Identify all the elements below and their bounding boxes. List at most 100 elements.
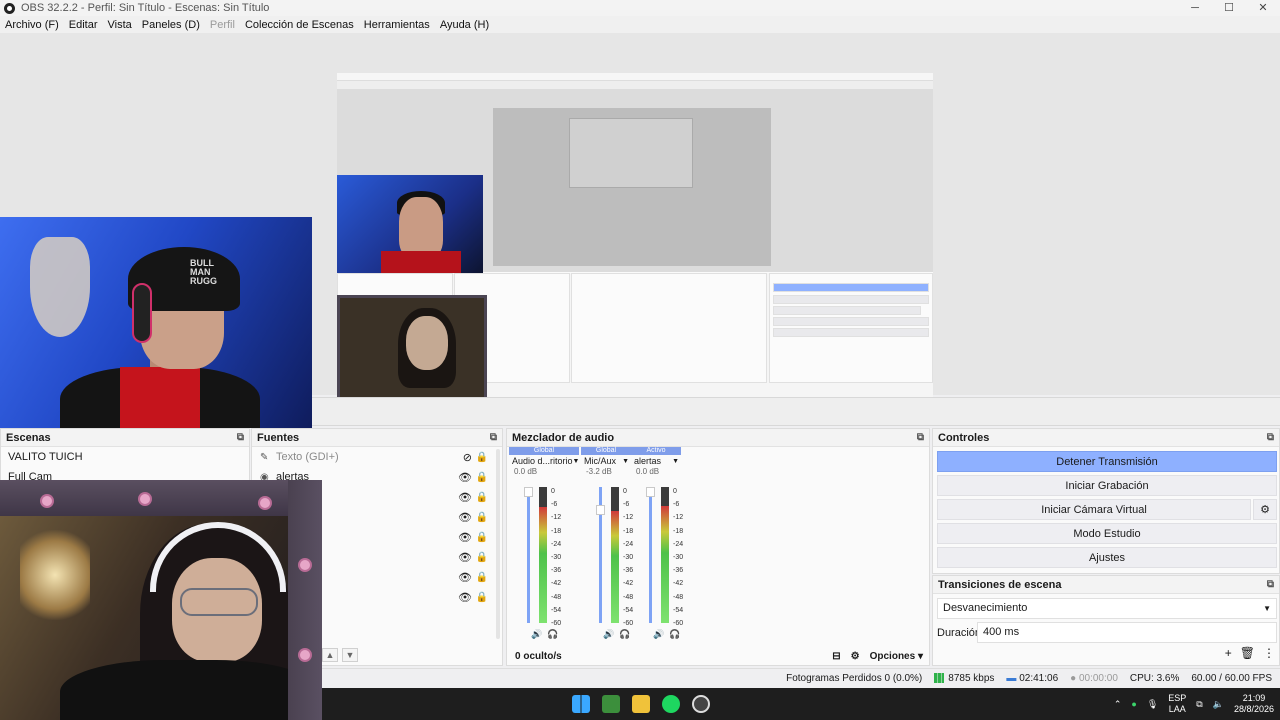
mute-icon[interactable]: 🔊 (603, 629, 614, 640)
eye-icon[interactable]: 👁 (458, 551, 472, 564)
unlock-icon[interactable]: 🔒 (476, 492, 488, 503)
duration-input[interactable]: 400 ms (977, 622, 1277, 643)
nested-canvas (493, 108, 771, 266)
trash-icon[interactable]: 🗑 (1240, 646, 1255, 660)
db-tick-label: -18 (551, 527, 562, 535)
monitor-icon[interactable]: 🎧 (547, 629, 558, 640)
minimize-button[interactable]: ─ (1178, 0, 1212, 16)
volume-meter (539, 487, 547, 623)
channel-name[interactable]: Mic/Aux ▼ (581, 455, 631, 467)
language-indicator[interactable]: ESP LAA (1168, 693, 1186, 715)
unlock-icon[interactable]: 🔒 (476, 472, 488, 483)
monitor-icon[interactable]: 🎧 (619, 629, 630, 640)
channel-db: 0.0 dB (636, 467, 660, 476)
clock-time: 21:09 (1242, 693, 1266, 703)
settings-button[interactable]: Ajustes (937, 547, 1277, 568)
dropped-frames: Fotogramas Perdidos 0 (0.0%) (786, 673, 923, 684)
eye-icon[interactable]: 👁 (458, 571, 472, 584)
mute-icon[interactable]: 🔊 (653, 629, 664, 640)
status-dot-icon[interactable]: ● (1131, 699, 1136, 709)
maximize-button[interactable]: ☐ (1212, 0, 1246, 16)
preview-canvas[interactable] (337, 73, 933, 408)
lock-icon[interactable]: 🔒 (476, 532, 488, 543)
layout-icon[interactable]: ⊟ (832, 651, 840, 662)
volume-fader[interactable] (649, 487, 652, 623)
transition-select[interactable]: Desvanecimiento ▼ (937, 598, 1277, 619)
undock-icon[interactable]: ⧉ (1267, 432, 1274, 443)
stream-time: ▬ 02:41:06 (1006, 673, 1058, 684)
virtual-cam-settings-button[interactable]: ⚙ (1253, 499, 1277, 520)
eye-icon[interactable]: 👁 (458, 591, 472, 604)
scenes-header: Escenas ⧉ (1, 429, 249, 447)
unlock-icon[interactable]: 🔒 (476, 572, 488, 583)
sources-header: Fuentes ⧉ (252, 429, 502, 447)
volume-meter (611, 487, 619, 623)
eye-icon[interactable]: 👁 (458, 491, 472, 504)
move-up-button[interactable]: ▲ (322, 648, 338, 662)
clock[interactable]: 21:09 28/8/2026 (1234, 693, 1274, 715)
minecraft-icon[interactable] (602, 695, 620, 713)
menu-herramientas[interactable]: Herramientas (364, 19, 430, 31)
undock-icon[interactable]: ⧉ (1267, 579, 1274, 590)
advanced-audio-icon[interactable]: ⚙ (851, 651, 860, 662)
audio-mixer-dock: Mezclador de audio ⧉ Global Audio d...rit… (506, 428, 930, 666)
windows-start-icon[interactable] (572, 695, 590, 713)
dock-splitter[interactable] (312, 397, 1280, 426)
transition-selected: Desvanecimiento (943, 602, 1028, 614)
mute-icon[interactable]: 🔊 (531, 629, 542, 640)
menu-vista[interactable]: Vista (108, 19, 132, 31)
channel-name[interactable]: alertas ▼ (631, 455, 681, 467)
obs-taskbar-icon[interactable] (692, 695, 710, 713)
start-virtual-cam-button[interactable]: Iniciar Cámara Virtual (937, 499, 1251, 520)
taskbar-apps (572, 695, 710, 713)
start-recording-button[interactable]: Iniciar Grabación (937, 475, 1277, 496)
eye-off-icon[interactable]: ⊘ (463, 451, 472, 464)
network-icon[interactable]: ⧉ (1196, 699, 1202, 710)
source-row[interactable]: ✎ Texto (GDI+) ⊘ 🔒 (252, 447, 502, 467)
eye-icon[interactable]: 👁 (458, 471, 472, 484)
unlock-icon[interactable]: 🔒 (476, 452, 488, 463)
menu-archivo[interactable]: Archivo (F) (5, 19, 59, 31)
unlock-icon[interactable]: 🔒 (476, 552, 488, 563)
hidden-count: 0 oculto/s (515, 650, 562, 662)
add-icon[interactable]: + (1225, 646, 1232, 660)
more-icon[interactable]: ⋮ (1263, 646, 1275, 660)
volume-icon[interactable]: 🔈 (1213, 699, 1224, 710)
menu-ayuda[interactable]: Ayuda (H) (440, 19, 489, 31)
scene-item[interactable]: VALITO TUICH (1, 447, 249, 467)
fader-knob[interactable] (646, 487, 655, 497)
mixer-options-button[interactable]: Opciones ▾ (870, 651, 923, 662)
db-tick-label: -12 (551, 514, 562, 522)
close-button[interactable]: ✕ (1246, 0, 1280, 16)
menu-paneles[interactable]: Paneles (D) (142, 19, 200, 31)
stop-stream-button[interactable]: Detener Transmisión (937, 451, 1277, 472)
volume-fader[interactable] (527, 487, 530, 623)
unlock-icon[interactable]: 🔒 (476, 592, 488, 603)
monitor-icon[interactable]: 🎧 (669, 629, 680, 640)
db-tick-label: -24 (673, 540, 684, 548)
fader-knob[interactable] (596, 504, 605, 515)
unlock-icon[interactable]: 🔒 (476, 512, 488, 523)
sources-scrollbar[interactable] (496, 449, 500, 639)
undock-icon[interactable]: ⧉ (917, 432, 924, 443)
meter-level (539, 507, 547, 623)
eye-icon[interactable]: 👁 (458, 511, 472, 524)
db-tick-label: -42 (551, 580, 562, 588)
undock-icon[interactable]: ⧉ (490, 432, 497, 443)
spotify-icon[interactable] (662, 695, 680, 713)
channel-name[interactable]: Audio d...ritorio ▼ (509, 455, 579, 467)
file-explorer-icon[interactable] (632, 695, 650, 713)
chevron-up-icon[interactable]: ⌃ (1114, 699, 1122, 710)
fader-knob[interactable] (524, 487, 533, 497)
studio-mode-button[interactable]: Modo Estudio (937, 523, 1277, 544)
menu-editar[interactable]: Editar (69, 19, 98, 31)
eye-icon[interactable]: 👁 (458, 531, 472, 544)
microphone-icon[interactable]: 🎙 (1147, 699, 1158, 710)
mixer-options-label: Opciones (869, 650, 916, 662)
window-title: OBS 32.2.2 - Perfil: Sin Título - Escena… (21, 2, 270, 14)
undock-icon[interactable]: ⧉ (237, 432, 244, 443)
menu-bar: Archivo (F) Editar Vista Paneles (D) Per… (0, 16, 1280, 33)
menu-coleccion-escenas[interactable]: Colección de Escenas (245, 19, 354, 31)
menu-perfil[interactable]: Perfil (210, 19, 235, 31)
move-down-button[interactable]: ▼ (342, 648, 358, 662)
